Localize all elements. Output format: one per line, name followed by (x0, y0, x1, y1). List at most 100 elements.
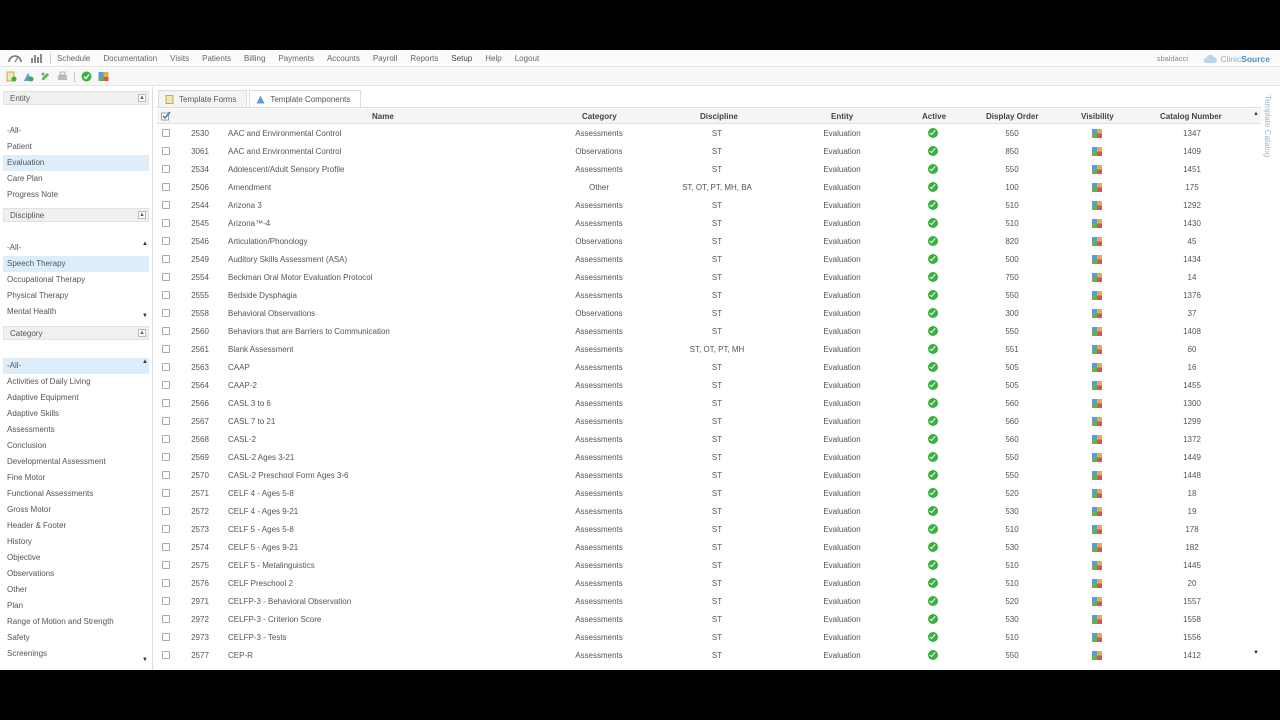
visibility-icon[interactable] (1092, 399, 1102, 408)
table-row[interactable]: 2575 CELF 5 - Metalinguistics Assessments S… (157, 557, 1257, 575)
row-name[interactable]: CELFP-3 - Criterion Score (228, 615, 321, 624)
entity-filter-item-progress-note[interactable]: Progress Note (3, 187, 149, 203)
visibility-icon[interactable] (1092, 525, 1102, 534)
row-checkbox[interactable] (162, 453, 170, 461)
visibility-icon[interactable] (1092, 237, 1102, 246)
visibility-icon[interactable] (1092, 273, 1102, 282)
discipline-scroll-up-icon[interactable]: ▲ (142, 241, 148, 247)
row-checkbox[interactable] (162, 381, 170, 389)
row-name[interactable]: Arizona 3 (228, 201, 262, 210)
row-checkbox[interactable] (162, 219, 170, 227)
category-filter-item-fine-motor[interactable]: Fine Motor (3, 470, 149, 486)
add-component-icon[interactable] (23, 71, 34, 82)
row-name[interactable]: CEP-R (228, 651, 253, 660)
column-header-name[interactable]: Name (372, 112, 394, 121)
nav-item-payments[interactable]: Payments (278, 54, 314, 63)
visibility-icon[interactable] (1092, 453, 1102, 462)
row-checkbox[interactable] (162, 543, 170, 551)
category-filter-item-functional-assessments[interactable]: Functional Assessments (3, 486, 149, 502)
approve-icon[interactable] (81, 71, 92, 82)
category-scroll-up-icon[interactable]: ▲ (142, 359, 148, 365)
category-scroll-down-icon[interactable]: ▼ (142, 657, 148, 663)
table-row[interactable]: 2572 CELF 4 - Ages 9-21 Assessments ST Evalu… (157, 503, 1257, 521)
table-row[interactable]: 2577 CEP-R Assessments ST Evaluation 550 1412 (157, 647, 1257, 665)
table-row[interactable]: 2558 Behavioral Observations Observations S… (157, 305, 1257, 323)
category-filter-item-safety[interactable]: Safety (3, 630, 149, 646)
tab-template-forms[interactable]: Template Forms (158, 90, 248, 107)
table-row[interactable]: 2567 CASL 7 to 21 Assessments ST Evaluation 5… (157, 413, 1257, 431)
nav-item-visits[interactable]: Visits (170, 54, 189, 63)
discipline-filter-item-mental-health[interactable]: Mental Health (3, 304, 149, 320)
visibility-icon[interactable] (1092, 201, 1102, 210)
row-name[interactable]: Behaviors that are Barriers to Communica… (228, 327, 390, 336)
row-checkbox[interactable] (162, 435, 170, 443)
row-checkbox[interactable] (162, 255, 170, 263)
column-header-active[interactable]: Active (922, 112, 946, 121)
category-filter-item-adaptive-skills[interactable]: Adaptive Skills (3, 406, 149, 422)
category-filter-item-range-of-motion-and-strength[interactable]: Range of Motion and Strength (3, 614, 149, 630)
row-checkbox[interactable] (162, 291, 170, 299)
column-header-display-order[interactable]: Display Order (986, 112, 1038, 121)
table-row[interactable]: 2506 Amendment Other ST, OT, PT, MH, BA Eval… (157, 179, 1257, 197)
row-checkbox[interactable] (162, 273, 170, 281)
category-filter-item-objective[interactable]: Objective (3, 550, 149, 566)
visibility-icon[interactable] (1092, 255, 1102, 264)
row-name[interactable]: CASL 3 to 6 (228, 399, 271, 408)
row-checkbox[interactable] (162, 399, 170, 407)
visibility-icon[interactable] (1092, 651, 1102, 660)
collapse-category-button[interactable]: ▲ (138, 329, 146, 337)
row-name[interactable]: Arizona™-4 (228, 219, 270, 228)
table-row[interactable]: 2576 CELF Preschool 2 Assessments ST Evaluat… (157, 575, 1257, 593)
user-name[interactable]: sbaldacci (1157, 54, 1188, 63)
column-header-discipline[interactable]: Discipline (700, 112, 738, 121)
category-filter-item-developmental-assessment[interactable]: Developmental Assessment (3, 454, 149, 470)
nav-item-patients[interactable]: Patients (202, 54, 231, 63)
visibility-icon[interactable] (1092, 381, 1102, 390)
visibility-icon[interactable] (1092, 345, 1102, 354)
print-icon[interactable] (57, 71, 68, 82)
row-checkbox[interactable] (162, 561, 170, 569)
table-row[interactable]: 2971 CELFP-3 - Behavioral Observation Asse… (157, 593, 1257, 611)
visibility-icon[interactable] (1092, 291, 1102, 300)
visibility-icon[interactable] (1092, 147, 1102, 156)
row-name[interactable]: CELF 5 - Metalinguistics (228, 561, 315, 570)
table-row[interactable]: 2573 CELF 5 - Ages 5-8 Assessments ST Evalua… (157, 521, 1257, 539)
row-checkbox[interactable] (162, 201, 170, 209)
column-header-catalog-number[interactable]: Catalog Number (1160, 112, 1222, 121)
entity-filter-item-evaluation[interactable]: Evaluation (3, 155, 149, 171)
visibility-icon[interactable] (1092, 471, 1102, 480)
collapse-discipline-button[interactable]: ▲ (138, 211, 146, 219)
row-name[interactable]: CELF 4 - Ages 9-21 (228, 507, 298, 516)
visibility-icon[interactable] (1092, 507, 1102, 516)
discipline-filter-item-occupational-therapy[interactable]: Occupational Therapy (3, 272, 149, 288)
table-row[interactable]: 2545 Arizona™-4 Assessments ST Evaluation 510… (157, 215, 1257, 233)
row-name[interactable]: Articulation/Phonology (228, 237, 308, 246)
row-checkbox[interactable] (162, 651, 170, 659)
table-row[interactable]: 2972 CELFP-3 - Criterion Score Assessments… (157, 611, 1257, 629)
reports-chart-icon[interactable] (30, 53, 44, 63)
collapse-entity-button[interactable]: ▲ (138, 94, 146, 102)
nav-item-billing[interactable]: Billing (244, 54, 265, 63)
row-checkbox[interactable] (162, 597, 170, 605)
row-checkbox[interactable] (162, 237, 170, 245)
row-name[interactable]: CELF 5 - Ages 9-21 (228, 543, 298, 552)
table-row[interactable]: 2555 Bedside Dysphagia Assessments ST Evalua… (157, 287, 1257, 305)
row-checkbox[interactable] (162, 309, 170, 317)
add-form-icon[interactable] (6, 71, 17, 82)
category-filter-item-activities-of-daily-living[interactable]: Activities of Daily Living (3, 374, 149, 390)
select-all-checkbox[interactable] (161, 111, 171, 123)
row-name[interactable]: AAC and Environmental Control (228, 129, 341, 138)
row-checkbox[interactable] (162, 507, 170, 515)
column-header-category[interactable]: Category (582, 112, 617, 121)
category-filter-item-all[interactable]: -All- (3, 358, 149, 374)
table-row[interactable]: 2549 Auditory Skills Assessment (ASA) Asse… (157, 251, 1257, 269)
entity-filter-item-all[interactable]: -All- (3, 123, 149, 139)
row-name[interactable]: CELF Preschool 2 (228, 579, 293, 588)
row-checkbox[interactable] (162, 147, 170, 155)
catalog-icon[interactable] (98, 71, 109, 82)
row-name[interactable]: Auditory Skills Assessment (ASA) (228, 255, 347, 264)
nav-item-documentation[interactable]: Documentation (103, 54, 157, 63)
tab-template-components[interactable]: Template Components (249, 90, 362, 107)
row-name[interactable]: Amendment (228, 183, 271, 192)
column-header-entity[interactable]: Entity (831, 112, 853, 121)
